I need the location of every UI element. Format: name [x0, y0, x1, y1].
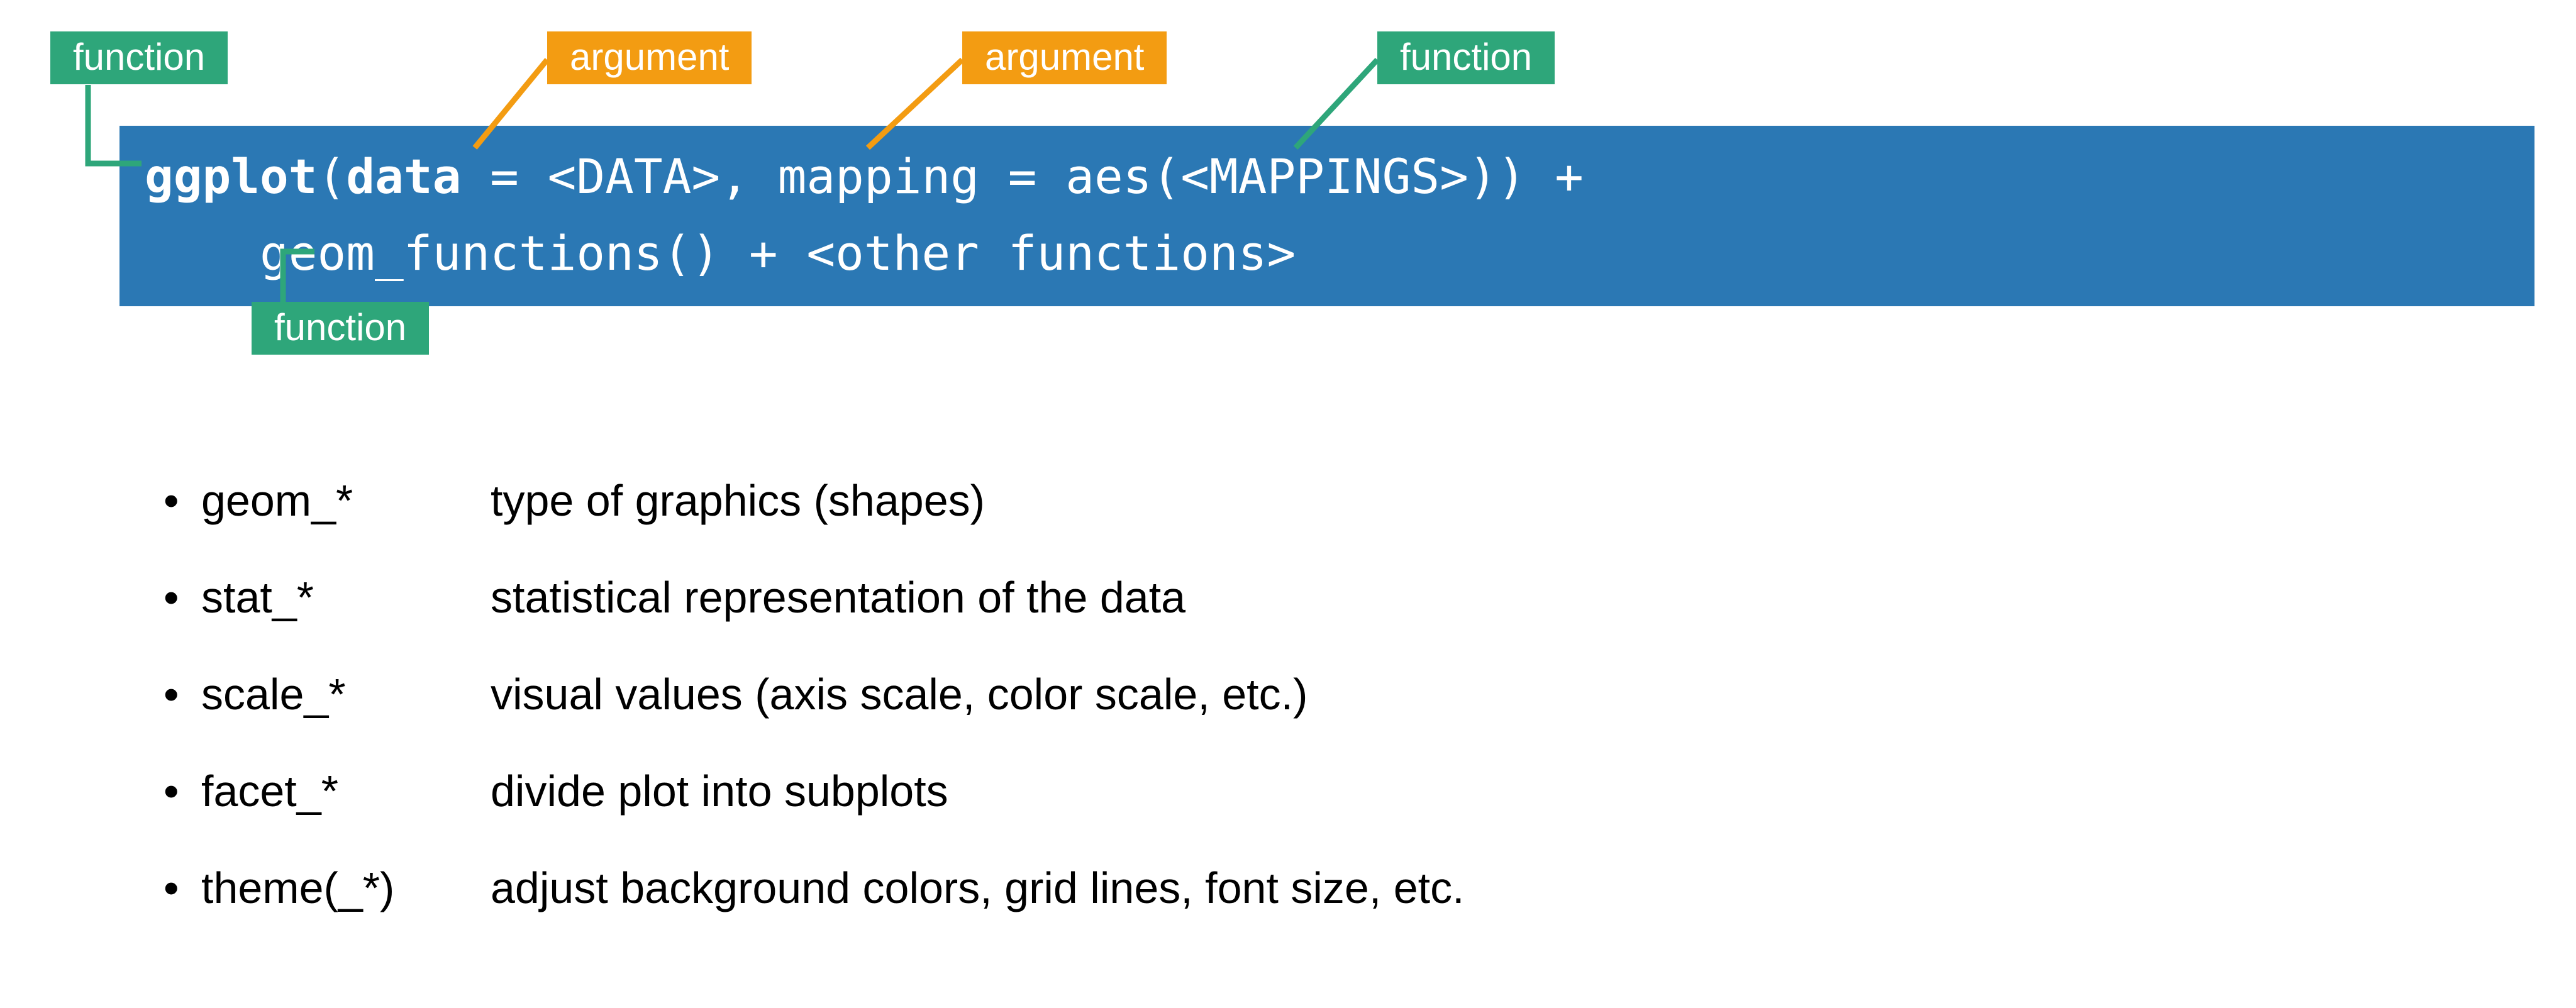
bullet-dot: • [164, 756, 201, 826]
bullet-dot: • [164, 853, 201, 923]
code-eq-mapping: = [979, 148, 1065, 204]
bullet-desc: adjust background colors, grid lines, fo… [491, 853, 1465, 923]
list-item: • scale_* visual values (axis scale, col… [164, 659, 1465, 729]
bullet-dot: • [164, 562, 201, 633]
bullet-dot: • [164, 659, 201, 729]
code-l2-indent [145, 225, 260, 281]
bullet-desc: divide plot into subplots [491, 756, 1465, 826]
bullet-desc: type of graphics (shapes) [491, 465, 1465, 536]
code-data-kw: data [346, 148, 461, 204]
code-eq-data: = <DATA>, [461, 148, 777, 204]
tag-function-top-left: function [50, 31, 228, 84]
bullet-term: facet_* [201, 756, 491, 826]
code-mapping-kw: mapping [778, 148, 979, 204]
tag-argument-left: argument [547, 31, 752, 84]
bullet-dot: • [164, 465, 201, 536]
code-l2-geom: geom_functions() [260, 225, 720, 281]
list-item: • facet_* divide plot into subplots [164, 756, 1465, 826]
tag-function-below: function [252, 302, 429, 355]
code-close-plus: ) + [1497, 148, 1584, 204]
code-l2-other: <other functions> [806, 225, 1296, 281]
bullet-list: • geom_* type of graphics (shapes) • sta… [164, 465, 1465, 950]
code-l2-plus: + [720, 225, 806, 281]
bullet-term: stat_* [201, 562, 491, 633]
bullet-desc: statistical representation of the data [491, 562, 1465, 633]
list-item: • stat_* statistical representation of t… [164, 562, 1465, 633]
code-block: ggplot(data = <DATA>, mapping = aes(<MAP… [119, 126, 2534, 306]
bullet-term: geom_* [201, 465, 491, 536]
code-open-paren: ( [318, 148, 347, 204]
bullet-desc: visual values (axis scale, color scale, … [491, 659, 1465, 729]
bullet-term: theme(_*) [201, 853, 491, 923]
code-aes-args: (<MAPPINGS>) [1152, 148, 1497, 204]
tag-function-top-right: function [1377, 31, 1555, 84]
tag-argument-right: argument [962, 31, 1167, 84]
bullet-term: scale_* [201, 659, 491, 729]
list-item: • theme(_*) adjust background colors, gr… [164, 853, 1465, 923]
code-aes: aes [1065, 148, 1152, 204]
code-ggplot: ggplot [145, 148, 318, 204]
list-item: • geom_* type of graphics (shapes) [164, 465, 1465, 536]
diagram-slide: function argument argument function ggpl… [0, 0, 2576, 1008]
